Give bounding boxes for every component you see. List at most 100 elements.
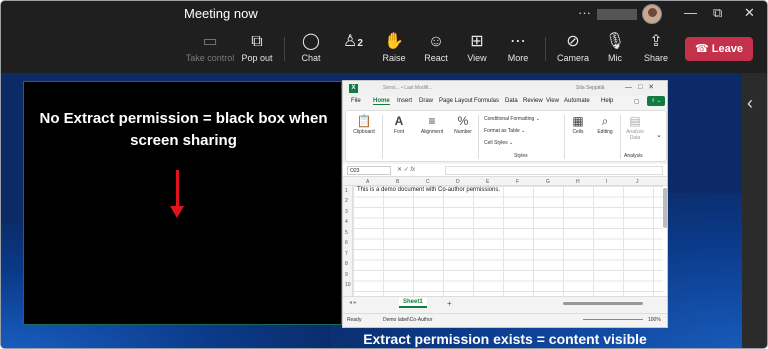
row-header[interactable]: 10: [345, 282, 351, 288]
tab-automate[interactable]: Automate: [564, 98, 590, 104]
formula-bar: O23 ✕ ✓ fx: [343, 164, 667, 177]
add-sheet-icon[interactable]: +: [447, 299, 452, 308]
leave-label: Leave: [711, 43, 743, 55]
take-control-button[interactable]: ▭ Take control: [184, 31, 236, 69]
column-headers: A B C D E F G H I J: [343, 178, 667, 186]
row-header[interactable]: 7: [345, 251, 348, 257]
excel-window-controls[interactable]: —□✕: [625, 83, 660, 91]
tab-review[interactable]: Review: [523, 98, 543, 104]
column-header[interactable]: F: [516, 179, 519, 185]
column-header[interactable]: I: [606, 179, 607, 185]
leave-button[interactable]: ☎ Leave: [685, 37, 753, 61]
tab-help[interactable]: Help: [601, 98, 613, 104]
chat-label: Chat: [301, 53, 321, 63]
meeting-toolbar: ▭ Take control ⧉ Pop out ◯ Chat ♙2 ✋ Rai…: [1, 27, 767, 73]
red-arrow-shaft: [176, 170, 179, 210]
clipboard-group[interactable]: 📋 Clipboard: [350, 113, 378, 135]
tab-formulas[interactable]: Formulas: [474, 98, 499, 104]
tab-data[interactable]: Data: [505, 98, 518, 104]
cell-styles-button[interactable]: Cell Styles ⌄: [484, 140, 513, 146]
sheet-tabs-bar: ◂ ▸ Sheet1 +: [343, 296, 667, 312]
number-group[interactable]: % Number: [450, 113, 476, 135]
formula-input[interactable]: [445, 166, 663, 175]
maximize-icon[interactable]: ⧉: [713, 5, 722, 21]
more-label: More: [507, 53, 529, 63]
more-options-icon[interactable]: ···: [578, 5, 591, 21]
tab-file[interactable]: File: [351, 98, 361, 104]
name-box[interactable]: O23: [347, 166, 391, 175]
grid-cells[interactable]: [353, 186, 663, 296]
excel-ribbon-tabs: File Home Insert Draw Page Layout Formul…: [343, 97, 667, 109]
excel-user-name: Sita Seppälä: [576, 85, 605, 91]
annotation-caption-left: No Extract permission = black box when s…: [39, 110, 328, 149]
close-icon[interactable]: ✕: [744, 5, 755, 21]
horizontal-scrollbar[interactable]: [563, 302, 643, 305]
take-control-icon: ▭: [202, 33, 218, 50]
row-header[interactable]: 1: [345, 188, 348, 194]
sheet-tab[interactable]: Sheet1: [399, 298, 427, 308]
tab-page-layout[interactable]: Page Layout: [439, 98, 473, 104]
row-header[interactable]: 2: [345, 198, 348, 204]
zoom-slider[interactable]: [583, 319, 643, 320]
ribbon-divider: [478, 115, 479, 159]
excel-share-button[interactable]: ⇪ ⌄: [647, 96, 665, 106]
cell-a1[interactable]: This is a demo document with Co-author p…: [357, 187, 500, 193]
number-label: Number: [454, 129, 472, 135]
column-header[interactable]: E: [486, 179, 489, 185]
vertical-scrollbar[interactable]: [663, 188, 667, 228]
format-as-table-button[interactable]: Format as Table ⌄: [484, 128, 525, 134]
status-ready: Ready: [347, 317, 362, 323]
row-header[interactable]: 3: [345, 209, 348, 215]
row-header[interactable]: 6: [345, 240, 348, 246]
ribbon-expand-icon[interactable]: ⌄: [656, 131, 662, 139]
more-icon: ⋯: [510, 33, 526, 50]
sheet-nav-arrows[interactable]: ◂ ▸: [349, 299, 357, 306]
cells-group[interactable]: ▦ Cells: [568, 113, 588, 135]
tab-insert[interactable]: Insert: [397, 98, 412, 104]
share-button[interactable]: ⇪ Share: [630, 31, 682, 69]
analyze-data-icon: ▤: [629, 114, 641, 128]
alignment-group[interactable]: ≡ Alignment: [416, 113, 448, 135]
analysis-group-label: Analysis: [624, 153, 643, 159]
percent-icon: %: [457, 114, 469, 128]
analyze-data-button[interactable]: ▤ Analyze Data: [622, 113, 648, 141]
take-control-label: Take control: [185, 53, 235, 63]
status-bar: Ready Demo label\Co-Author 100%: [343, 313, 667, 327]
ribbon-divider: [382, 115, 383, 159]
column-header[interactable]: B: [396, 179, 399, 185]
font-group[interactable]: A Font: [386, 113, 412, 135]
side-panel-toggle[interactable]: ‹: [742, 73, 767, 348]
minimize-icon[interactable]: —: [684, 5, 697, 21]
column-header[interactable]: D: [456, 179, 460, 185]
tab-draw[interactable]: Draw: [419, 98, 433, 104]
row-header[interactable]: 9: [345, 272, 348, 278]
shared-excel-window[interactable]: X Sensi... • Last Modifi... Sita Seppälä…: [342, 80, 668, 328]
sensitivity-label[interactable]: Demo label\Co-Author: [383, 317, 432, 323]
alignment-label: Alignment: [420, 129, 444, 135]
column-header[interactable]: J: [636, 179, 639, 185]
fx-icon[interactable]: ✕ ✓ fx: [397, 166, 415, 173]
cells-icon: ▦: [572, 114, 584, 128]
column-header[interactable]: A: [366, 179, 369, 185]
blocked-share-box: No Extract permission = black box when s…: [23, 81, 342, 325]
column-header[interactable]: C: [426, 179, 430, 185]
spreadsheet-grid[interactable]: A B C D E F G H I J 1 2 3 4 5 6 7 8 9 10…: [343, 178, 667, 296]
row-header[interactable]: 8: [345, 261, 348, 267]
tab-home[interactable]: Home: [373, 98, 390, 105]
more-button[interactable]: ⋯ More: [492, 31, 544, 69]
clipboard-icon: 📋: [356, 114, 372, 128]
zoom-level[interactable]: 100%: [648, 317, 661, 323]
column-header[interactable]: G: [546, 179, 550, 185]
comments-icon[interactable]: ▢: [634, 98, 640, 105]
row-header[interactable]: 4: [345, 219, 348, 225]
annotation-caption-right: Extract permission exists = content visi…: [363, 331, 647, 347]
excel-ribbon: 📋 Clipboard A Font ≡ Alignment % Number: [345, 110, 667, 162]
column-header[interactable]: H: [576, 179, 580, 185]
teams-window: Meeting now ··· — ⧉ ✕ ▭ Take control ⧉ P…: [0, 0, 768, 349]
conditional-formatting-button[interactable]: Conditional Formatting ⌄: [484, 116, 540, 122]
tab-view[interactable]: View: [546, 98, 559, 104]
avatar[interactable]: [642, 4, 662, 24]
pop-out-button[interactable]: ⧉ Pop out: [231, 31, 283, 69]
row-header[interactable]: 5: [345, 230, 348, 236]
editing-group[interactable]: ⌕ Editing: [592, 113, 618, 135]
